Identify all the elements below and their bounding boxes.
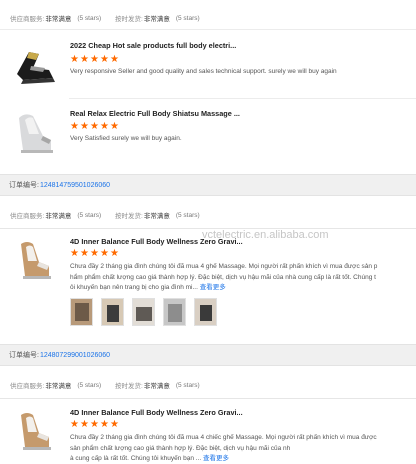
star-rating: ★ ★ ★ ★ ★	[70, 249, 120, 259]
on-time-stars: (5 stars)	[175, 211, 200, 219]
on-time-label: 按时发货:	[115, 16, 143, 23]
star-icon: ★	[110, 248, 119, 259]
review-comment: Chưa đầy 2 tháng gia đình chúng tôi đã m…	[70, 262, 406, 294]
on-time-label: 按时发货:	[115, 213, 143, 220]
star-icon: ★	[100, 121, 109, 132]
review-photo[interactable]	[132, 298, 155, 326]
order-number-label: 订单编号:	[9, 182, 39, 189]
order-header: 订单编号: 124814759501026060	[0, 174, 416, 196]
order-number-link[interactable]: 124814759501026060	[40, 182, 110, 189]
star-icon: ★	[110, 419, 119, 430]
massage-chair-image	[9, 234, 61, 286]
order-number-label: 订单编号:	[9, 352, 39, 359]
star-icon: ★	[90, 121, 99, 132]
supplier-service-stars: (5 stars)	[77, 211, 102, 219]
on-time-value: 非常满意	[143, 16, 170, 23]
review-photos	[70, 298, 217, 326]
review-photo[interactable]	[163, 298, 186, 326]
star-rating: ★ ★ ★ ★ ★	[70, 55, 120, 65]
star-icon: ★	[90, 248, 99, 259]
massage-chair-image	[9, 405, 61, 457]
divider	[69, 98, 416, 99]
review-photo[interactable]	[101, 298, 124, 326]
order-number-link[interactable]: 124807299001026060	[40, 352, 110, 359]
supplier-service-stars: (5 stars)	[77, 381, 102, 389]
product-thumbnail[interactable]	[9, 106, 61, 158]
review-product-title[interactable]: 4D Inner Balance Full Body Wellness Zero…	[70, 408, 243, 417]
supplier-service-value: 非常满意	[45, 383, 72, 390]
rating-line: 供应商服务: 非常满意 (5 stars) 按时发货: 非常满意 (5 star…	[0, 7, 416, 29]
comment-line: hẩm phẩm chất lượng cao giá thành hợp lý…	[70, 273, 376, 281]
review-product-title[interactable]: 2022 Cheap Hot sale products full body e…	[70, 41, 236, 50]
star-icon: ★	[80, 54, 89, 65]
review-product-title[interactable]: 4D Inner Balance Full Body Wellness Zero…	[70, 237, 243, 246]
star-icon: ★	[110, 121, 119, 132]
star-icon: ★	[100, 419, 109, 430]
supplier-service-stars: (5 stars)	[77, 14, 102, 22]
review-photo[interactable]	[194, 298, 217, 326]
supplier-service-label: 供应商服务:	[10, 213, 45, 220]
star-icon: ★	[80, 248, 89, 259]
divider	[0, 29, 416, 30]
on-time-value: 非常满意	[143, 383, 170, 390]
star-icon: ★	[70, 248, 79, 259]
comment-line: sản phẩm chất lượng cao giá thành hợp lý…	[70, 444, 291, 452]
order-header: 订单编号: 124807299001026060	[0, 344, 416, 366]
star-icon: ★	[80, 121, 89, 132]
star-icon: ★	[100, 248, 109, 259]
comment-line: Chưa đầy 2 tháng gia đình chúng tôi đã m…	[70, 263, 378, 270]
product-thumbnail[interactable]	[9, 38, 61, 90]
comment-line-text: ôi khuyến bạn nên trang bị cho gia đình …	[70, 284, 200, 292]
rating-line: 供应商服务: 非常满意 (5 stars) 按时发货: 非常满意 (5 star…	[0, 204, 416, 226]
see-more-link[interactable]: 查看更多	[203, 455, 229, 462]
on-time-stars: (5 stars)	[175, 381, 200, 389]
comment-line: ôi khuyến bạn nên trang bị cho gia đình …	[70, 283, 406, 294]
comment-line: Chưa đầy 2 tháng gia đình chúng tôi đã m…	[70, 434, 377, 441]
review-comment: Very Satisfied surely we will buy again.	[70, 135, 182, 142]
star-icon: ★	[90, 419, 99, 430]
star-icon: ★	[100, 54, 109, 65]
star-icon: ★	[110, 54, 119, 65]
on-time-value: 非常满意	[143, 213, 170, 220]
product-thumbnail[interactable]	[9, 405, 61, 457]
comment-line: à cung cấp là rất tốt. Chúng tôi khuyến …	[70, 454, 406, 464]
star-icon: ★	[70, 121, 79, 132]
review-product-title[interactable]: Real Relax Electric Full Body Shiatsu Ma…	[70, 109, 240, 118]
product-thumbnail[interactable]	[9, 234, 61, 286]
on-time-stars: (5 stars)	[175, 14, 200, 22]
comment-line-text: à cung cấp là rất tốt. Chúng tôi khuyến …	[70, 455, 203, 463]
star-icon: ★	[90, 54, 99, 65]
review-comment: Chưa đầy 2 tháng gia đình chúng tôi đã m…	[70, 433, 406, 464]
rating-line: 供应商服务: 非常满意 (5 stars) 按时发货: 非常满意 (5 star…	[0, 374, 416, 396]
on-time-label: 按时发货:	[115, 383, 143, 390]
divider	[0, 398, 416, 399]
supplier-service-value: 非常满意	[45, 213, 72, 220]
massage-chair-image	[9, 38, 61, 90]
review-photo[interactable]	[70, 298, 93, 326]
star-rating: ★ ★ ★ ★ ★	[70, 122, 120, 132]
massage-chair-image	[9, 106, 61, 158]
supplier-service-label: 供应商服务:	[10, 16, 45, 23]
supplier-service-label: 供应商服务:	[10, 383, 45, 390]
star-icon: ★	[80, 419, 89, 430]
see-more-link[interactable]: 查看更多	[200, 284, 226, 291]
supplier-service-value: 非常满意	[45, 16, 72, 23]
star-rating: ★ ★ ★ ★ ★	[70, 420, 120, 430]
star-icon: ★	[70, 419, 79, 430]
star-icon: ★	[70, 54, 79, 65]
review-comment: Very responsive Seller and good quality …	[70, 68, 337, 75]
